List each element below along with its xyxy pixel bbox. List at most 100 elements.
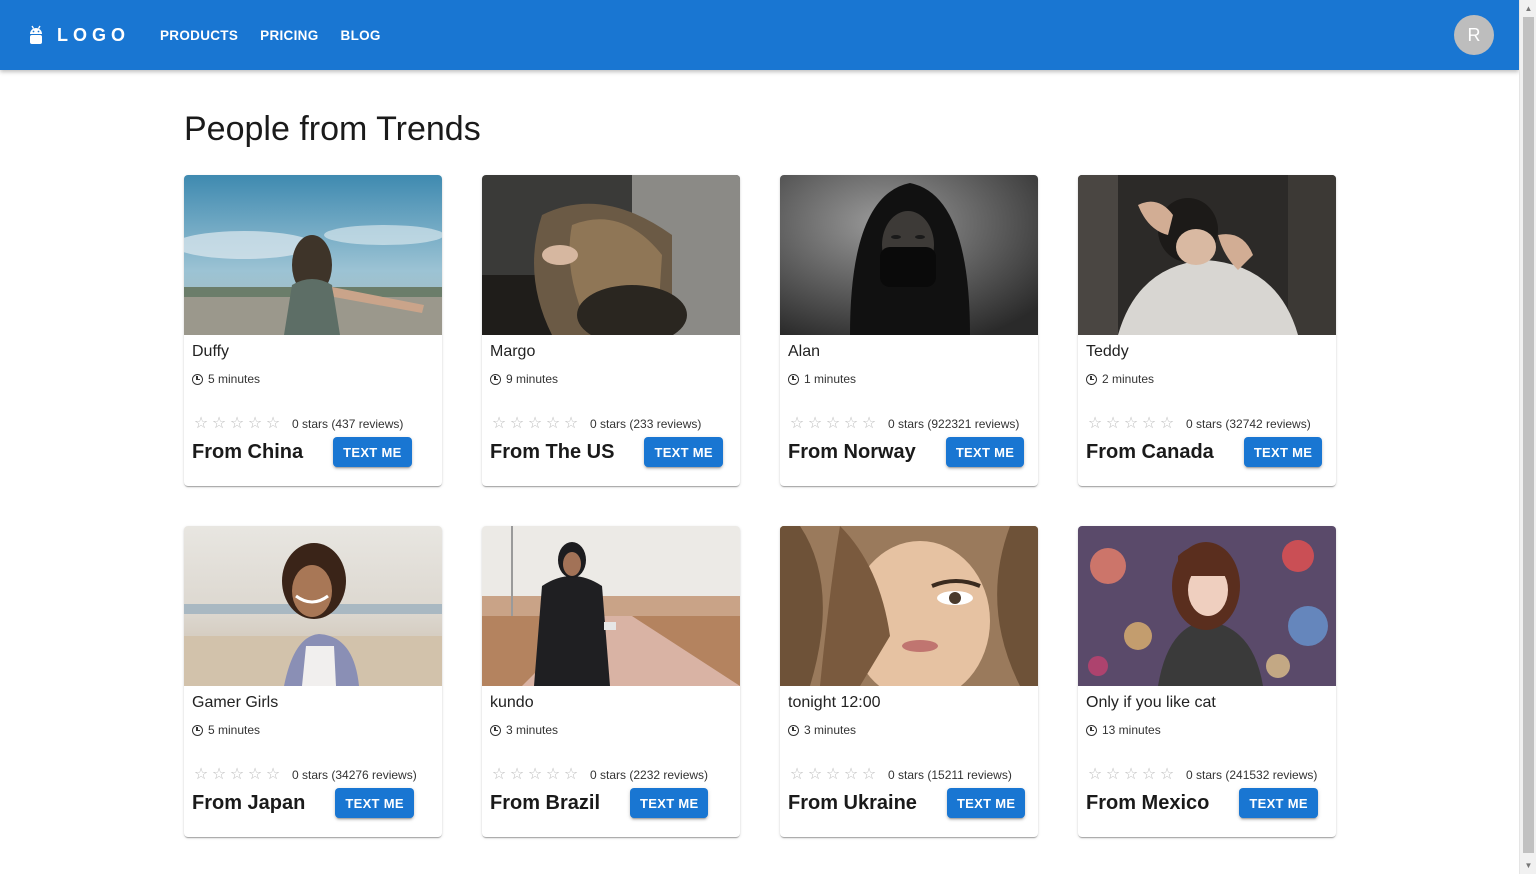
- star-icon[interactable]: ☆: [824, 416, 842, 432]
- time-text: 1 minutes: [804, 372, 857, 386]
- scroll-up-icon[interactable]: ▲: [1520, 0, 1536, 17]
- star-rating[interactable]: ☆ ☆ ☆ ☆ ☆: [192, 767, 282, 783]
- nav-products[interactable]: PRODUCTS: [152, 20, 246, 51]
- star-icon[interactable]: ☆: [526, 416, 544, 432]
- rating: ☆ ☆ ☆ ☆ ☆ 0 stars (241532 reviews): [1086, 767, 1318, 783]
- card-footer: From Norway TEXT ME: [788, 437, 1025, 467]
- star-icon[interactable]: ☆: [228, 767, 246, 783]
- scroll-thumb[interactable]: [1523, 17, 1534, 853]
- person-card: tonight 12:00 3 minutes ☆ ☆ ☆ ☆ ☆ 0 star…: [780, 526, 1038, 837]
- star-icon[interactable]: ☆: [1086, 416, 1104, 432]
- person-name: Duffy: [192, 343, 230, 360]
- star-icon[interactable]: ☆: [788, 416, 806, 432]
- star-rating[interactable]: ☆ ☆ ☆ ☆ ☆: [788, 767, 878, 783]
- star-icon[interactable]: ☆: [246, 416, 264, 432]
- star-icon[interactable]: ☆: [860, 416, 878, 432]
- user-avatar[interactable]: R: [1454, 15, 1494, 55]
- person-photo: [780, 526, 1038, 686]
- clock-icon: [1086, 373, 1097, 385]
- text-me-button[interactable]: TEXT ME: [333, 437, 412, 467]
- person-photo: [1078, 526, 1336, 686]
- star-icon[interactable]: ☆: [1104, 767, 1122, 783]
- text-me-button[interactable]: TEXT ME: [630, 788, 709, 818]
- star-icon[interactable]: ☆: [192, 767, 210, 783]
- person-name: Teddy: [1086, 343, 1129, 360]
- person-card: Duffy 5 minutes ☆ ☆ ☆ ☆ ☆ 0 stars (437 r…: [184, 175, 442, 486]
- card-footer: From Brazil TEXT ME: [490, 788, 709, 818]
- person-card: Alan 1 minutes ☆ ☆ ☆ ☆ ☆ 0 stars (922321…: [780, 175, 1038, 486]
- star-icon[interactable]: ☆: [860, 767, 878, 783]
- star-rating[interactable]: ☆ ☆ ☆ ☆ ☆: [788, 416, 878, 432]
- text-me-button[interactable]: TEXT ME: [945, 437, 1025, 467]
- star-icon[interactable]: ☆: [490, 416, 508, 432]
- star-icon[interactable]: ☆: [1122, 767, 1140, 783]
- star-icon[interactable]: ☆: [210, 767, 228, 783]
- star-icon[interactable]: ☆: [526, 767, 544, 783]
- person-name: tonight 12:00: [788, 694, 881, 711]
- star-icon[interactable]: ☆: [508, 767, 526, 783]
- star-icon[interactable]: ☆: [806, 416, 824, 432]
- page: LOGO PRODUCTS PRICING BLOG R ▲ ▼ People …: [0, 0, 1536, 874]
- clock-icon: [192, 373, 203, 385]
- star-icon[interactable]: ☆: [1140, 416, 1158, 432]
- person-name: Margo: [490, 343, 536, 360]
- clock-icon: [788, 373, 799, 385]
- star-icon[interactable]: ☆: [1140, 767, 1158, 783]
- star-icon[interactable]: ☆: [1158, 767, 1176, 783]
- person-photo: [780, 175, 1038, 335]
- star-icon[interactable]: ☆: [842, 416, 860, 432]
- star-rating[interactable]: ☆ ☆ ☆ ☆ ☆: [192, 416, 282, 432]
- person-photo: [184, 175, 442, 335]
- star-icon[interactable]: ☆: [246, 767, 264, 783]
- star-icon[interactable]: ☆: [1086, 767, 1104, 783]
- star-icon[interactable]: ☆: [544, 767, 562, 783]
- person-card: kundo 3 minutes ☆ ☆ ☆ ☆ ☆ 0 stars (2232 …: [482, 526, 740, 837]
- rating: ☆ ☆ ☆ ☆ ☆ 0 stars (2232 reviews): [490, 767, 708, 783]
- text-me-button[interactable]: TEXT ME: [946, 788, 1026, 818]
- time-info: 2 minutes: [1086, 372, 1154, 386]
- text-me-button[interactable]: TEXT ME: [1239, 788, 1318, 818]
- star-icon[interactable]: ☆: [1122, 416, 1140, 432]
- time-text: 3 minutes: [506, 723, 559, 737]
- star-rating[interactable]: ☆ ☆ ☆ ☆ ☆: [490, 767, 580, 783]
- rating: ☆ ☆ ☆ ☆ ☆ 0 stars (34276 reviews): [192, 767, 417, 783]
- star-icon[interactable]: ☆: [1104, 416, 1122, 432]
- time-text: 5 minutes: [208, 723, 261, 737]
- rating-text: 0 stars (34276 reviews): [292, 768, 417, 782]
- time-info: 5 minutes: [192, 723, 260, 737]
- star-icon[interactable]: ☆: [544, 416, 562, 432]
- star-icon[interactable]: ☆: [562, 767, 580, 783]
- text-me-button[interactable]: TEXT ME: [1243, 437, 1323, 467]
- star-icon[interactable]: ☆: [788, 767, 806, 783]
- star-rating[interactable]: ☆ ☆ ☆ ☆ ☆: [1086, 416, 1176, 432]
- star-icon[interactable]: ☆: [508, 416, 526, 432]
- rating-text: 0 stars (437 reviews): [292, 417, 404, 431]
- star-icon[interactable]: ☆: [264, 767, 282, 783]
- nav-pricing[interactable]: PRICING: [252, 20, 326, 51]
- scroll-down-icon[interactable]: ▼: [1520, 857, 1536, 874]
- star-icon[interactable]: ☆: [824, 767, 842, 783]
- star-icon[interactable]: ☆: [1158, 416, 1176, 432]
- star-icon[interactable]: ☆: [842, 767, 860, 783]
- person-card: Only if you like cat 13 minutes ☆ ☆ ☆ ☆ …: [1078, 526, 1336, 837]
- star-icon[interactable]: ☆: [562, 416, 580, 432]
- scrollbar[interactable]: ▲ ▼: [1519, 0, 1536, 874]
- time-text: 9 minutes: [506, 372, 559, 386]
- star-icon[interactable]: ☆: [192, 416, 210, 432]
- app-bar: LOGO PRODUCTS PRICING BLOG R: [0, 0, 1519, 70]
- star-rating[interactable]: ☆ ☆ ☆ ☆ ☆: [1086, 767, 1176, 783]
- nav-blog[interactable]: BLOG: [333, 20, 389, 51]
- location: From Brazil: [490, 791, 601, 814]
- star-icon[interactable]: ☆: [228, 416, 246, 432]
- text-me-button[interactable]: TEXT ME: [644, 437, 723, 467]
- brand[interactable]: LOGO: [28, 25, 130, 46]
- time-info: 9 minutes: [490, 372, 558, 386]
- star-rating[interactable]: ☆ ☆ ☆ ☆ ☆: [490, 416, 580, 432]
- star-icon[interactable]: ☆: [806, 767, 824, 783]
- location: From China: [192, 440, 304, 463]
- star-icon[interactable]: ☆: [210, 416, 228, 432]
- text-me-button[interactable]: TEXT ME: [335, 788, 414, 818]
- card-footer: From The US TEXT ME: [490, 437, 723, 467]
- star-icon[interactable]: ☆: [490, 767, 508, 783]
- star-icon[interactable]: ☆: [264, 416, 282, 432]
